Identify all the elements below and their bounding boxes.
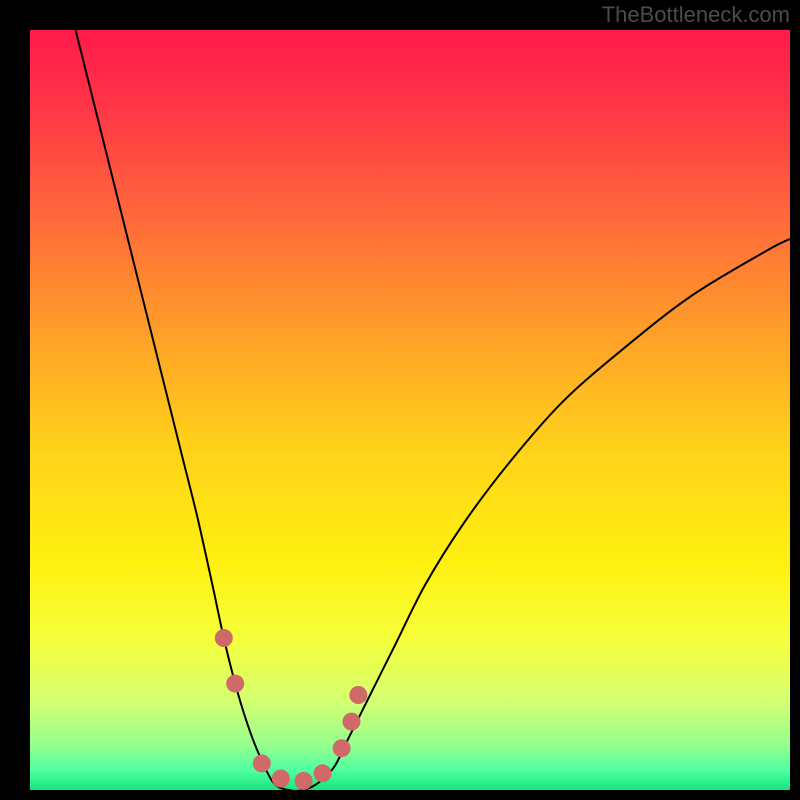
curve-marker <box>314 764 332 782</box>
plot-background <box>30 30 790 790</box>
curve-marker <box>215 629 233 647</box>
curve-marker <box>295 772 313 790</box>
curve-marker <box>342 713 360 731</box>
watermark-text: TheBottleneck.com <box>602 2 790 28</box>
curve-marker <box>253 754 271 772</box>
bottleneck-chart <box>0 0 800 800</box>
curve-marker <box>349 686 367 704</box>
chart-frame: TheBottleneck.com <box>0 0 800 800</box>
curve-marker <box>333 739 351 757</box>
curve-marker <box>226 675 244 693</box>
curve-marker <box>272 770 290 788</box>
